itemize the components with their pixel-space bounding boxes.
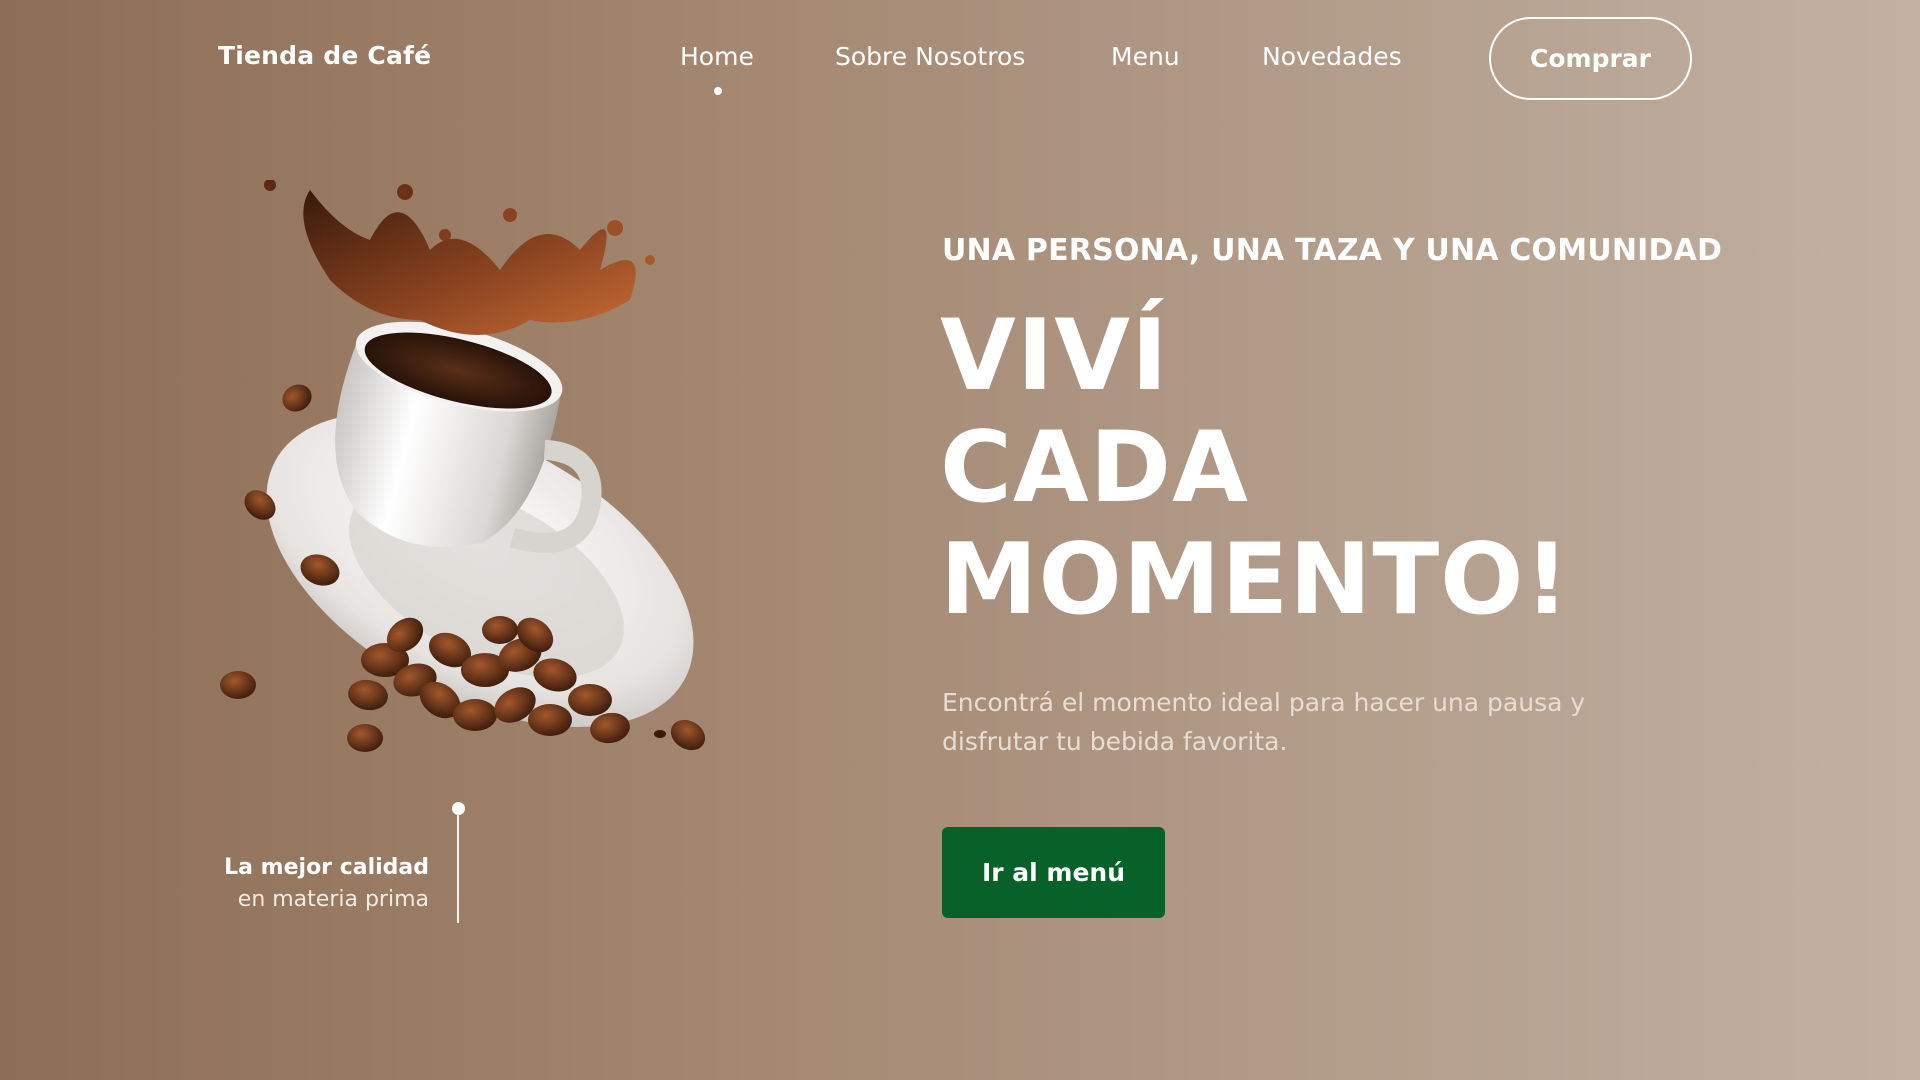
hero-headline: VIVÍ CADA MOMENTO! xyxy=(940,300,1570,636)
quality-caption: La mejor calidad en materia prima xyxy=(224,852,429,916)
go-to-menu-button[interactable]: Ir al menú xyxy=(942,827,1165,918)
headline-line-2: CADA xyxy=(940,411,1249,525)
active-indicator-dot xyxy=(714,87,722,95)
headline-line-1: VIVÍ xyxy=(940,299,1169,413)
nav-item-about[interactable]: Sobre Nosotros xyxy=(835,42,1025,71)
nav-item-news[interactable]: Novedades xyxy=(1262,42,1402,71)
coffee-cup-illustration xyxy=(220,180,706,752)
navbar: Tienda de Café Home Sobre Nosotros Menu … xyxy=(0,0,1920,120)
buy-button[interactable]: Comprar xyxy=(1489,17,1692,100)
hero-eyebrow: UNA PERSONA, UNA TAZA Y UNA COMUNIDAD xyxy=(942,233,1723,268)
nav-item-home[interactable]: Home xyxy=(680,42,754,71)
hero-description: Encontrá el momento ideal para hacer una… xyxy=(942,688,1586,756)
brand-logo[interactable]: Tienda de Café xyxy=(218,41,431,70)
quality-subtitle: en materia prima xyxy=(237,887,429,912)
nav-item-menu[interactable]: Menu xyxy=(1111,42,1180,71)
headline-line-3: MOMENTO! xyxy=(940,523,1571,637)
quality-marker-line xyxy=(457,813,459,923)
quality-title: La mejor calidad xyxy=(224,855,429,880)
